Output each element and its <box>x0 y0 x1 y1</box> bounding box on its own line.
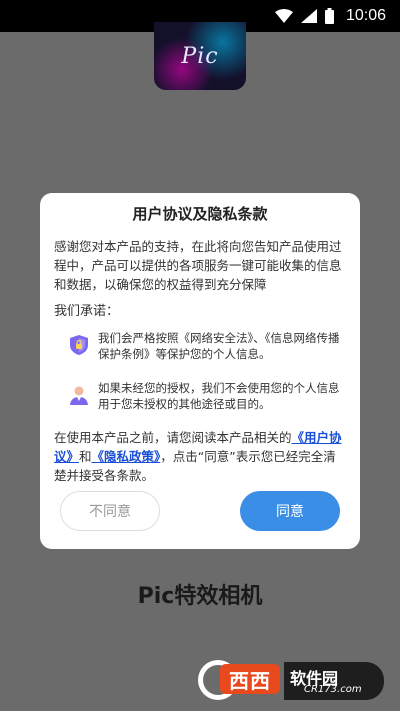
privacy-policy-link[interactable]: 《隐私政策》 <box>92 449 161 464</box>
signal-icon <box>300 9 317 23</box>
promise-text: 如果未经您的授权，我们不会使用您的个人信息用于您未授权的其他途径或目的。 <box>98 381 340 411</box>
shield-lock-icon <box>70 335 88 355</box>
wifi-icon <box>274 9 293 23</box>
dialog-buttons: 不同意 同意 <box>60 491 340 531</box>
promise-item: 我们会严格按照《网络安全法》、《信息网络传播保护条例》等保护您的个人信息。 <box>54 330 346 362</box>
battery-icon <box>324 8 334 24</box>
privacy-dialog: 用户协议及隐私条款 感谢您对本产品的支持，在此将向您告知产品使用过程中，产品可以… <box>40 193 360 549</box>
consent-notice: 在使用本产品之前，请您阅读本产品相关的《用户协议》和《隐私政策》，点击“同意”表… <box>54 428 346 485</box>
promise-heading: 我们承诺： <box>54 304 120 319</box>
logo-text: Pic <box>181 43 219 69</box>
watermark-badge: 软件园 CR173.com <box>284 662 384 700</box>
disagree-button[interactable]: 不同意 <box>60 491 160 531</box>
notice-prefix: 在使用本产品之前，请您阅读本产品相关的 <box>54 430 292 445</box>
watermark-url: CR173.com <box>304 684 362 695</box>
user-icon <box>70 386 88 405</box>
agree-button[interactable]: 同意 <box>240 491 340 531</box>
app-name: Pic特效相机 <box>137 584 263 609</box>
notice-and: 和 <box>79 449 92 464</box>
watermark-box: 西西 <box>220 664 280 694</box>
status-time: 10:06 <box>345 7 386 24</box>
dialog-intro: 感谢您对本产品的支持，在此将向您告知产品使用过程中，产品可以提供的各项服务一键可… <box>54 239 342 292</box>
watermark-logo: 西西 软件园 CR173.com <box>198 660 384 702</box>
promise-text: 我们会严格按照《网络安全法》、《信息网络传播保护条例》等保护您的个人信息。 <box>98 331 340 361</box>
dialog-title: 用户协议及隐私条款 <box>132 205 268 223</box>
promise-item: 如果未经您的授权，我们不会使用您的个人信息用于您未授权的其他途径或目的。 <box>54 380 346 412</box>
app-logo: Pic <box>154 22 246 90</box>
